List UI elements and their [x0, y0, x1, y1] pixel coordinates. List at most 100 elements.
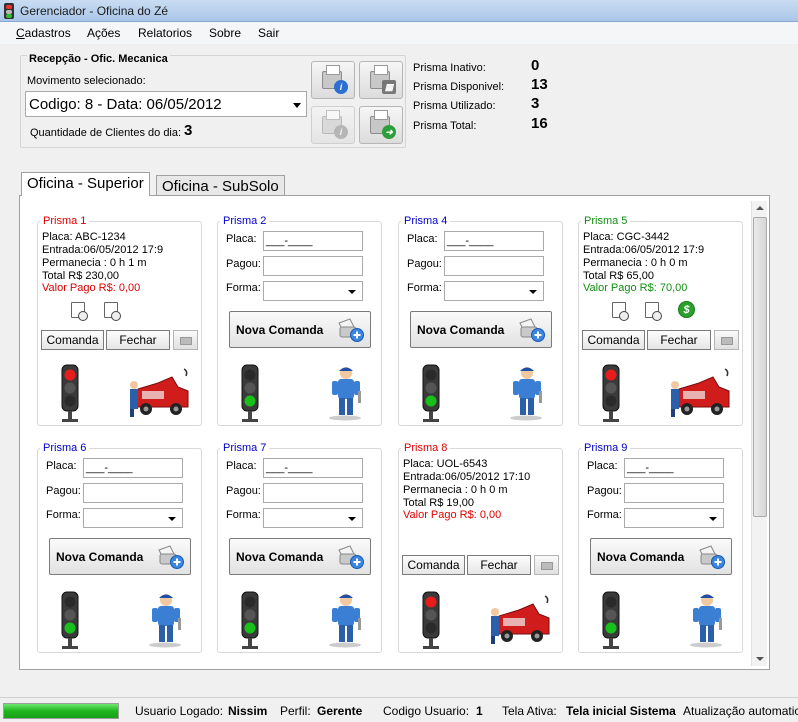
- tab-oficina-superior[interactable]: Oficina - Superior: [21, 172, 150, 196]
- vertical-scrollbar[interactable]: [751, 201, 767, 666]
- qtd-clientes-label: Quantidade de Clientes do dia:: [30, 127, 182, 139]
- chevron-down-icon: [348, 290, 356, 294]
- pagou-label: Pagou:: [587, 485, 622, 497]
- prisma-card: Prisma 9 Placa: ___-____ Pagou: Forma: No…: [578, 442, 743, 653]
- printer-icon: [721, 337, 733, 345]
- nova-comanda-button[interactable]: Nova Comanda: [229, 311, 371, 348]
- document-check-icon[interactable]: [104, 302, 121, 321]
- mechanic-icon: [329, 594, 361, 648]
- car-repair-icon: [130, 368, 189, 417]
- pagou-label: Pagou:: [226, 485, 261, 497]
- comanda-button[interactable]: Comanda: [582, 330, 645, 350]
- forma-select[interactable]: [624, 508, 724, 528]
- placa-mask: ___-____: [266, 235, 313, 247]
- menu-sobre[interactable]: Sobre: [209, 26, 241, 40]
- calculator-print-button[interactable]: ▦: [359, 61, 403, 99]
- pagou-input[interactable]: [263, 256, 363, 276]
- printer-button[interactable]: [534, 555, 559, 575]
- printer-button[interactable]: [173, 330, 198, 350]
- scroll-up-icon[interactable]: [756, 206, 764, 210]
- menu-acoes[interactable]: Ações: [87, 26, 120, 40]
- forma-select[interactable]: [263, 508, 363, 528]
- car-repair-icon: [671, 368, 730, 417]
- perfil-value: Gerente: [317, 704, 363, 718]
- printer-button[interactable]: [714, 330, 739, 350]
- placa-input[interactable]: ___-____: [444, 231, 544, 251]
- prisma-card: Prisma 1 Placa: ABC-1234 Entrada:06/05/20…: [37, 215, 202, 426]
- mechanic-icon: [329, 367, 361, 421]
- pagou-input[interactable]: [444, 256, 544, 276]
- entrada-text: Entrada:06/05/2012 17:9: [583, 244, 705, 256]
- menu-sair[interactable]: Sair: [258, 26, 279, 40]
- usuario-label: Usuario Logado:: [135, 704, 224, 718]
- valor-pago-text: Valor Pago R$: 0,00: [403, 509, 502, 521]
- forma-label: Forma:: [46, 509, 81, 521]
- prisma-title: Prisma 6: [40, 442, 90, 454]
- usuario-value: Nissim: [228, 704, 268, 718]
- prisma-title: Prisma 1: [40, 215, 90, 227]
- print-details-button[interactable]: i: [311, 106, 355, 144]
- pagou-input[interactable]: [263, 483, 363, 503]
- movimento-select[interactable]: Codigo: 8 - Data: 06/05/2012: [25, 91, 307, 117]
- nova-comanda-label: Nova Comanda: [597, 550, 685, 564]
- calculator-icon: ▦: [382, 80, 396, 94]
- comanda-button[interactable]: Comanda: [41, 330, 104, 350]
- nova-comanda-label: Nova Comanda: [56, 550, 144, 564]
- forma-select[interactable]: [83, 508, 183, 528]
- fechar-button[interactable]: Fechar: [106, 330, 170, 350]
- scroll-thumb[interactable]: [753, 217, 767, 517]
- stat-total-label: Prisma Total:: [413, 120, 477, 132]
- permanencia-text: Permanecia : 0 h 0 m: [403, 484, 508, 496]
- fechar-button[interactable]: Fechar: [647, 330, 711, 350]
- placa-mask: ___-____: [266, 462, 313, 474]
- print-info-button[interactable]: i: [311, 61, 355, 99]
- placa-input[interactable]: ___-____: [263, 458, 363, 478]
- document-remove-icon[interactable]: [71, 302, 88, 321]
- menu-cadastros[interactable]: Cadastros: [16, 26, 71, 40]
- mechanic-icon: [510, 367, 542, 421]
- placa-input[interactable]: ___-____: [624, 458, 724, 478]
- scroll-down-icon[interactable]: [756, 657, 764, 661]
- print-forward-button[interactable]: ➜: [359, 106, 403, 144]
- menu-relatorios[interactable]: Relatorios: [138, 26, 192, 40]
- pagou-input[interactable]: [83, 483, 183, 503]
- forma-select[interactable]: [444, 281, 544, 301]
- document-check-icon[interactable]: [645, 302, 662, 321]
- placa-label: Placa:: [407, 233, 438, 245]
- pagou-input[interactable]: [624, 483, 724, 503]
- menu-bar: Cadastros Ações Relatorios Sobre Sair: [0, 22, 798, 44]
- forma-select[interactable]: [263, 281, 363, 301]
- prisma-card: Prisma 7 Placa: ___-____ Pagou: Forma: No…: [217, 442, 382, 653]
- prisma-card: Prisma 2 Placa: ___-____ Pagou: Forma: No…: [217, 215, 382, 426]
- stat-total-value: 16: [531, 115, 548, 132]
- nova-comanda-button[interactable]: Nova Comanda: [229, 538, 371, 575]
- fechar-button[interactable]: Fechar: [467, 555, 531, 575]
- status-progress-bar: [3, 703, 119, 719]
- total-text: Total R$ 230,00: [42, 270, 120, 282]
- document-remove-icon[interactable]: [612, 302, 629, 321]
- forma-label: Forma:: [226, 282, 261, 294]
- placa-text: Placa: CGC-3442: [583, 231, 670, 243]
- movimento-label: Movimento selecionado:: [27, 75, 146, 87]
- nova-comanda-button[interactable]: Nova Comanda: [49, 538, 191, 575]
- placa-input[interactable]: ___-____: [83, 458, 183, 478]
- traffic-light-icon: [602, 364, 620, 422]
- qtd-clientes-value: 3: [184, 122, 193, 139]
- valor-pago-text: Valor Pago R$: 70,00: [583, 282, 688, 294]
- nova-comanda-button[interactable]: Nova Comanda: [590, 538, 732, 575]
- traffic-light-icon: [241, 364, 259, 422]
- money-icon[interactable]: $: [678, 301, 695, 318]
- total-text: Total R$ 19,00: [403, 497, 474, 509]
- nova-comanda-button[interactable]: Nova Comanda: [410, 311, 552, 348]
- tela-ativa-label: Tela Ativa:: [502, 704, 557, 718]
- pagou-label: Pagou:: [407, 258, 442, 270]
- stat-inativo-label: Prisma Inativo:: [413, 62, 486, 74]
- nova-comanda-label: Nova Comanda: [417, 323, 505, 337]
- movimento-value: Codigo: 8 - Data: 06/05/2012: [29, 96, 222, 113]
- entrada-text: Entrada:06/05/2012 17:9: [42, 244, 164, 256]
- comanda-button[interactable]: Comanda: [402, 555, 465, 575]
- tab-oficina-subsolo[interactable]: Oficina - SubSolo: [156, 175, 285, 197]
- placa-input[interactable]: ___-____: [263, 231, 363, 251]
- traffic-light-app-icon: [4, 3, 14, 19]
- nova-comanda-label: Nova Comanda: [236, 323, 324, 337]
